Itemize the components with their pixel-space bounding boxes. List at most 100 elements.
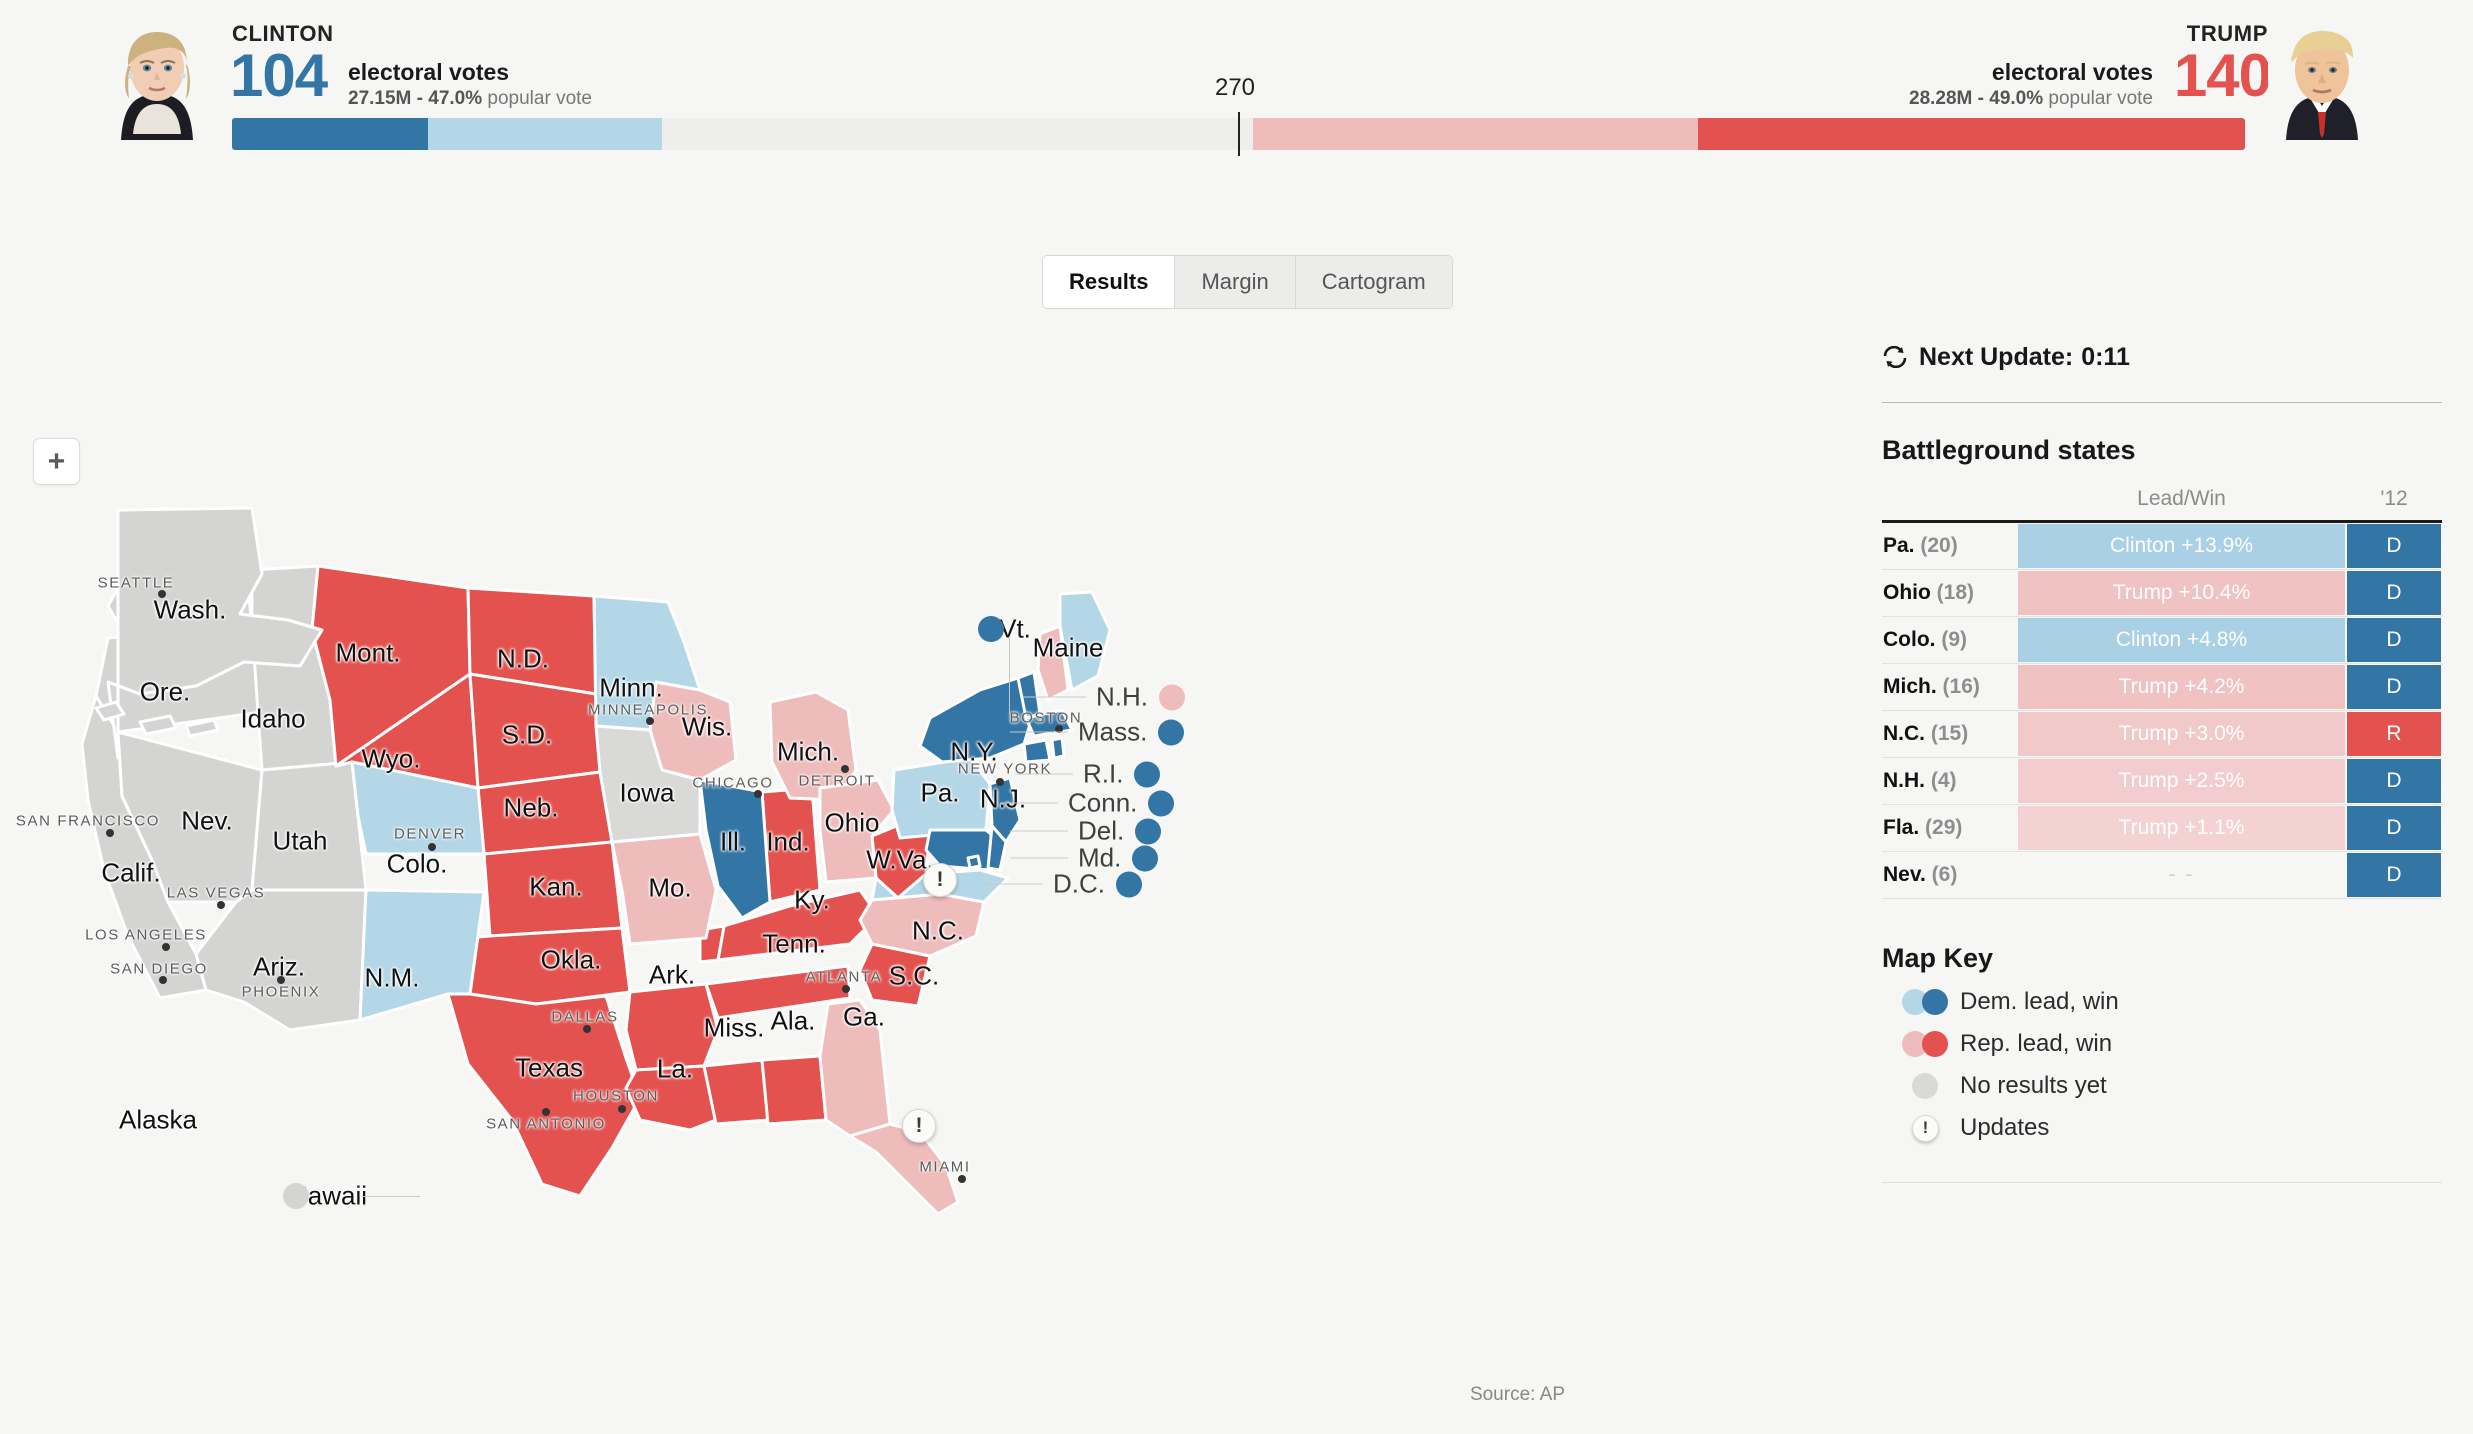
refresh-icon xyxy=(1882,346,1908,368)
battleground-table-head: Lead/Win '12 xyxy=(1882,486,2442,522)
map-key-label: No results yet xyxy=(1960,1072,2107,1099)
state-shape-florida xyxy=(848,1122,960,1216)
popular-vote-sep-clinton: - xyxy=(411,88,429,109)
tab-margin[interactable]: Margin xyxy=(1175,256,1296,308)
state-shape-alabama xyxy=(760,1054,828,1126)
callout-result-dot xyxy=(1134,761,1161,787)
prior-result-badge: D xyxy=(2347,759,2441,803)
state-electoral-count: (20) xyxy=(1920,534,1958,557)
cell-state-name: Mich. (16) xyxy=(1882,664,2017,711)
electoral-votes-clinton: 104 xyxy=(230,42,328,109)
lead-bar: Trump +10.4% xyxy=(2018,571,2345,615)
map-key-list: Dem. lead, win Rep. lead, win No results y… xyxy=(1882,988,2442,1142)
scoreboard-header: CLINTON 104 electoral votes 27.15M - 47.… xyxy=(0,0,2473,170)
state-shape-indiana xyxy=(760,786,822,904)
tab-results[interactable]: Results xyxy=(1043,256,1176,308)
table-row[interactable]: Ohio (18) Trump +10.4% D xyxy=(1882,570,2442,617)
callout-ri[interactable]: R.I. xyxy=(1015,758,1161,790)
city-dot-phoenix xyxy=(277,976,285,984)
state-shape-mississippi xyxy=(702,1058,770,1126)
table-row[interactable]: N.H. (4) Trump +2.5% D xyxy=(1882,758,2442,805)
cell-state-name: Pa. (20) xyxy=(1882,522,2017,570)
city-dot-seattle xyxy=(158,590,166,598)
plus-icon: + xyxy=(47,444,66,478)
map-key-label: Dem. lead, win xyxy=(1960,988,2119,1015)
view-mode-tabs[interactable]: Results Margin Cartogram xyxy=(1042,255,1453,309)
callout-label: N.H. xyxy=(1096,681,1148,712)
state-abbrev: Colo. xyxy=(1883,628,1936,651)
city-dot-losangeles xyxy=(162,943,170,951)
state-shape-oklahoma xyxy=(464,926,632,1006)
update-badge-icon[interactable]: ! xyxy=(923,863,957,897)
state-shape-utah xyxy=(250,760,368,892)
cell-state-name: Colo. (9) xyxy=(1882,617,2017,664)
cell-2012-result: D xyxy=(2346,852,2442,899)
table-row[interactable]: Mich. (16) Trump +4.2% D xyxy=(1882,664,2442,711)
tab-cartogram[interactable]: Cartogram xyxy=(1295,256,1452,308)
state-shape-louisiana xyxy=(624,1064,718,1132)
cell-lead-win: Trump +10.4% xyxy=(2017,570,2346,617)
state-shape-pennsylvania xyxy=(890,756,992,840)
map-key-divider xyxy=(1882,1182,2442,1183)
map-key-swatches: ! xyxy=(1902,1114,1960,1142)
callout-result-dot xyxy=(1158,719,1185,745)
prior-result-badge: R xyxy=(2347,712,2441,756)
state-abbrev: N.H. xyxy=(1883,769,1925,792)
cell-2012-result: D xyxy=(2346,664,2442,711)
map-key-swatch xyxy=(1922,989,1948,1015)
electoral-votes-label-trump: electoral votes xyxy=(1991,59,2153,85)
callout-conn[interactable]: Conn. xyxy=(1000,787,1175,819)
state-shape-georgia xyxy=(818,998,892,1138)
table-row[interactable]: Colo. (9) Clinton +4.8% D xyxy=(1882,617,2442,664)
table-row[interactable]: Pa. (20) Clinton +13.9% D xyxy=(1882,522,2442,570)
state-shape-arizona xyxy=(194,888,368,1032)
callout-result-dot xyxy=(1135,818,1162,844)
hawaii-callout-dot[interactable] xyxy=(283,1183,309,1209)
state-electoral-count: (16) xyxy=(1942,675,1980,698)
callout-mass[interactable]: Mass. xyxy=(1010,717,1185,748)
city-dot-detroit xyxy=(841,765,849,773)
popular-vote-suffix-clinton: popular vote xyxy=(482,88,592,109)
map-key-item: No results yet xyxy=(1882,1072,2442,1100)
prior-result-badge: D xyxy=(2347,806,2441,850)
state-abbrev: Pa. xyxy=(1883,534,1915,557)
bar-segment-clinton-win xyxy=(232,118,428,150)
map-key-swatches xyxy=(1902,989,1960,1015)
callout-nh[interactable]: N.H. xyxy=(1023,682,1185,713)
state-electoral-count: (18) xyxy=(1936,581,1975,604)
vermont-callout-dot[interactable] xyxy=(978,616,1004,642)
state-shape-southdakota xyxy=(468,672,602,790)
electoral-votes-label-clinton: electoral votes xyxy=(348,59,510,85)
popular-vote-trump: 28.28M - 49.0% popular vote xyxy=(1909,88,2153,110)
callout-result-dot xyxy=(1116,871,1142,897)
table-row[interactable]: Nev. (6) - - D xyxy=(1882,852,2442,899)
cell-2012-result: D xyxy=(2346,570,2442,617)
callout-label: R.I. xyxy=(1083,758,1124,789)
table-row[interactable]: Fla. (29) Trump +1.1% D xyxy=(1882,805,2442,852)
callout-label: Conn. xyxy=(1068,787,1138,818)
city-dot-newyork xyxy=(996,778,1004,786)
cell-lead-win: Trump +2.5% xyxy=(2017,758,2346,805)
lead-bar: Trump +1.1% xyxy=(2018,806,2345,850)
election-map[interactable]: + Wash. Ore. Idaho Mont. N.D. S.D. Wyo. Nev. Uta… xyxy=(0,330,1880,1434)
popular-vote-count-clinton: 27.15M xyxy=(348,88,412,109)
map-key-label: Rep. lead, win xyxy=(1960,1030,2113,1057)
prior-result-badge: D xyxy=(2347,524,2441,568)
state-electoral-count: (6) xyxy=(1931,863,1958,886)
city-dot-atlanta xyxy=(842,985,850,993)
zoom-in-button[interactable]: + xyxy=(33,438,80,485)
panel-divider xyxy=(1882,402,2442,403)
table-row[interactable]: N.C. (15) Trump +3.0% R xyxy=(1882,711,2442,758)
callout-dc[interactable]: D.C. xyxy=(985,869,1142,900)
avatar-clinton xyxy=(103,22,211,140)
map-key-swatch xyxy=(1912,1073,1938,1099)
lead-bar: Trump +2.5% xyxy=(2018,759,2345,803)
popular-vote-sep-trump: - xyxy=(1972,88,1990,109)
next-update-time: 0:11 xyxy=(2081,342,2130,371)
callout-leader-line xyxy=(985,883,1043,885)
city-dot-dallas xyxy=(583,1025,591,1033)
state-abbrev: N.C. xyxy=(1883,722,1925,745)
update-badge-icon[interactable]: ! xyxy=(902,1109,936,1143)
popular-vote-clinton: 27.15M - 47.0% popular vote xyxy=(348,88,592,110)
map-key-item: Dem. lead, win xyxy=(1882,988,2442,1016)
